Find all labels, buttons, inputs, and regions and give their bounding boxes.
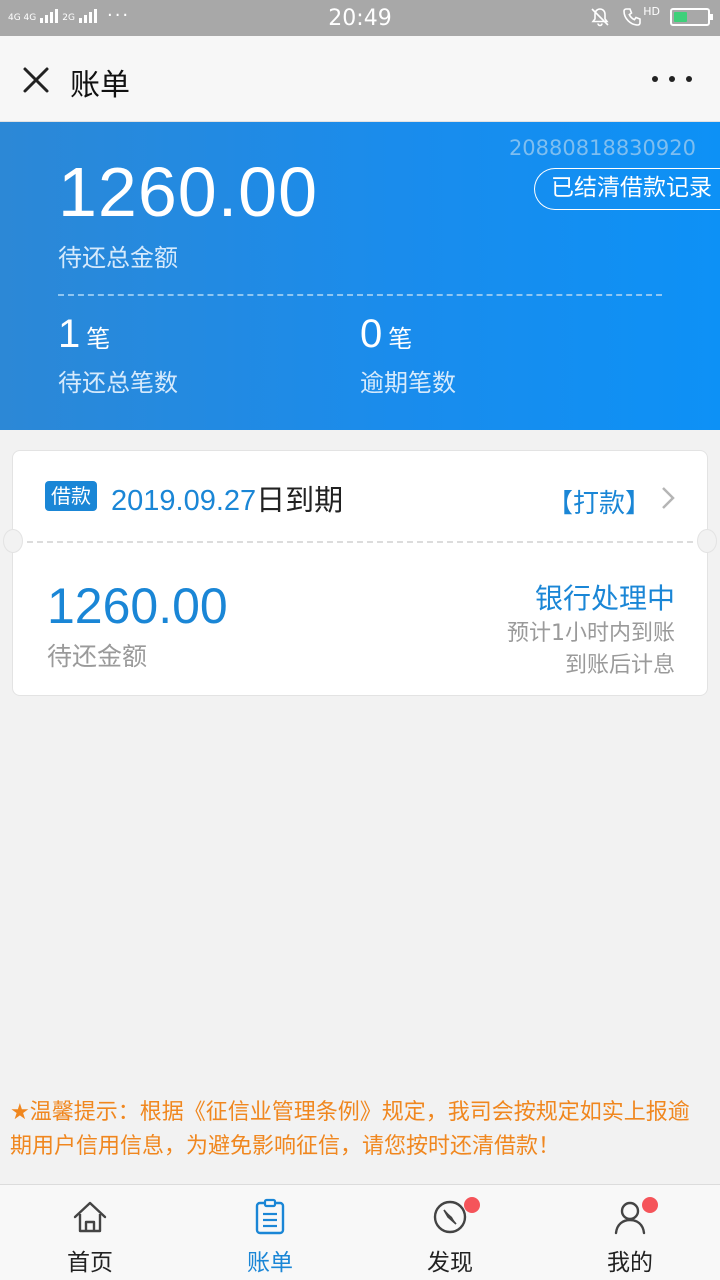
divider xyxy=(58,294,662,296)
processing-status: 银行处理中 xyxy=(534,582,675,615)
page-title: 账单 xyxy=(70,68,130,103)
card-notch-left xyxy=(3,529,23,553)
more-icon[interactable] xyxy=(652,64,692,94)
overdue-count-unit: 笔 xyxy=(388,325,413,353)
interest-note: 到账后计息 xyxy=(564,653,675,678)
pending-count-unit: 笔 xyxy=(86,325,111,353)
tab-home-label: 首页 xyxy=(67,1250,113,1276)
tab-discover-label: 发现 xyxy=(427,1250,473,1276)
status-bar: 4G 4G 2G ··· 20:49 HD xyxy=(0,0,720,36)
mine-badge xyxy=(642,1197,658,1213)
bill-icon xyxy=(255,1198,285,1235)
total-amount-label: 待还总金额 xyxy=(58,244,178,272)
payout-link[interactable]: 【打款】 xyxy=(547,483,651,520)
loan-tag: 借款 xyxy=(45,481,97,511)
hd-label: HD xyxy=(643,5,660,18)
tab-home[interactable]: 首页 xyxy=(0,1185,180,1280)
close-icon[interactable] xyxy=(16,60,56,100)
bill-amount: 1260.00 xyxy=(47,578,228,634)
overdue-count-stat: 0笔 逾期笔数 xyxy=(360,312,456,398)
tab-bar: 首页 账单 发现 我的 xyxy=(0,1184,720,1280)
pending-count-value: 1 xyxy=(58,312,81,356)
pending-count-stat: 1笔 待还总笔数 xyxy=(58,312,178,398)
settled-records-button[interactable]: 已结清借款记录 xyxy=(534,168,720,210)
tab-bill-label: 账单 xyxy=(247,1250,293,1276)
tab-mine-label: 我的 xyxy=(607,1250,653,1276)
bill-card[interactable]: 借款 2019.09.27日到期 【打款】 1260.00 待还金额 银行处理中… xyxy=(3,450,717,696)
due-date: 2019.09.27 xyxy=(111,485,257,517)
battery-icon xyxy=(670,8,713,26)
due-date-line: 2019.09.27日到期 xyxy=(111,477,343,519)
total-amount: 1260.00 xyxy=(58,153,319,231)
overdue-count-value: 0 xyxy=(360,312,383,356)
mute-bell-icon xyxy=(591,8,609,27)
card-notch-right xyxy=(697,529,717,553)
tab-discover[interactable]: 发现 xyxy=(360,1185,540,1280)
card-divider xyxy=(27,541,693,543)
discover-badge xyxy=(464,1197,480,1213)
due-suffix: 日到期 xyxy=(256,483,344,517)
phone-icon xyxy=(623,8,642,26)
tab-bill[interactable]: 账单 xyxy=(180,1185,360,1280)
home-icon xyxy=(73,1201,107,1233)
account-serial: 20880818830920 xyxy=(508,136,696,160)
bill-amount-label: 待还金额 xyxy=(47,642,148,671)
arrival-estimate: 预计1小时内到账 xyxy=(507,621,675,646)
summary-panel: 20880818830920 已结清借款记录 1260.00 待还总金额 1笔 … xyxy=(0,122,720,430)
status-icons: HD xyxy=(589,5,713,28)
tab-mine[interactable]: 我的 xyxy=(540,1185,720,1280)
nav-bar: 账单 xyxy=(0,36,720,122)
battery-level xyxy=(674,12,687,22)
overdue-count-label: 逾期笔数 xyxy=(360,369,456,397)
pending-count-label: 待还总笔数 xyxy=(58,369,178,397)
credit-notice: ★温馨提示：根据《征信业管理条例》规定，我司会按规定如实上报逾期用户信用信息，为… xyxy=(10,1100,690,1159)
chevron-right-icon[interactable] xyxy=(659,485,677,511)
